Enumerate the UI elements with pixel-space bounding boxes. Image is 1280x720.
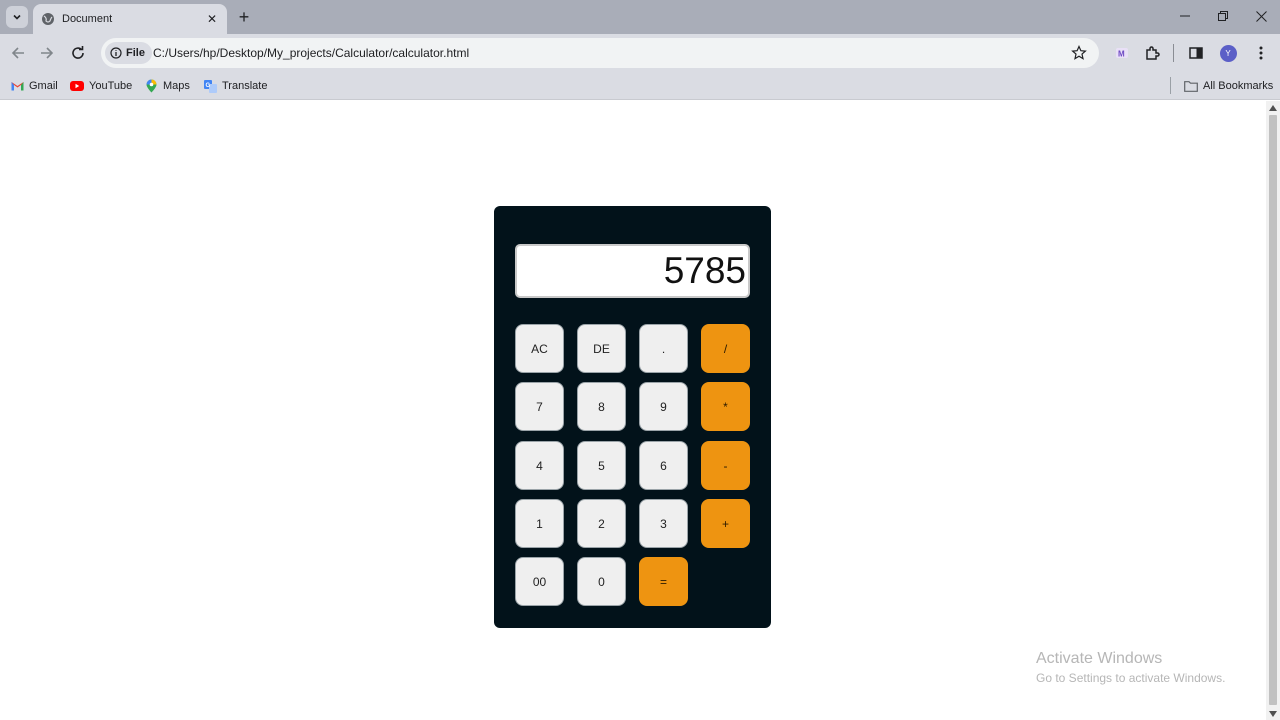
avatar: Y	[1219, 44, 1237, 62]
bookmark-maps[interactable]: Maps	[144, 78, 190, 94]
svg-text:M: M	[1118, 50, 1125, 59]
extension-m-button[interactable]: M	[1110, 41, 1134, 65]
site-info-chip[interactable]: File	[105, 42, 152, 64]
kebab-menu-icon	[1259, 46, 1263, 60]
chevron-down-icon	[13, 14, 21, 20]
bookmark-gmail[interactable]: Gmail	[10, 78, 58, 94]
translate-icon: G	[203, 79, 217, 93]
bookmark-youtube[interactable]: YouTube	[70, 78, 132, 94]
key-de-button[interactable]: DE	[577, 324, 626, 373]
bookmark-label: Gmail	[29, 80, 58, 92]
minimize-button[interactable]	[1166, 0, 1204, 32]
back-arrow-icon	[11, 47, 24, 59]
key-3-button[interactable]: 3	[639, 499, 688, 548]
extension-m-icon: M	[1116, 48, 1128, 59]
browser-tab[interactable]: Document ✕	[33, 4, 227, 34]
key-00-button[interactable]: 00	[515, 557, 564, 606]
extensions-button[interactable]	[1140, 41, 1164, 65]
key-decimal-button[interactable]: .	[639, 324, 688, 373]
key-7-button[interactable]: 7	[515, 382, 564, 431]
key-5-button[interactable]: 5	[577, 441, 626, 490]
key-divide-button[interactable]: /	[701, 324, 750, 373]
bookmark-label: YouTube	[89, 80, 133, 92]
bookmark-label: Maps	[163, 80, 190, 92]
calculator-display: 5785	[515, 244, 750, 298]
close-icon	[1255, 10, 1267, 22]
key-equals-button[interactable]: =	[639, 557, 688, 606]
maps-icon	[144, 79, 158, 93]
key-0-button[interactable]: 0	[577, 557, 626, 606]
key-1-button[interactable]: 1	[515, 499, 564, 548]
key-2-button[interactable]: 2	[577, 499, 626, 548]
gmail-icon	[10, 79, 24, 93]
close-window-button[interactable]	[1242, 0, 1280, 32]
info-icon	[110, 47, 122, 59]
toolbar-divider	[1173, 44, 1174, 62]
scroll-down-arrow-icon[interactable]	[1269, 711, 1277, 717]
key-4-button[interactable]: 4	[515, 441, 564, 490]
key-minus-button[interactable]: -	[701, 441, 750, 490]
folder-icon	[1184, 79, 1198, 93]
scroll-up-arrow-icon[interactable]	[1269, 105, 1277, 111]
tab-search-button[interactable]	[6, 6, 28, 28]
bookmark-label: Translate	[222, 80, 268, 92]
forward-arrow-icon	[41, 47, 54, 59]
bookmark-star-icon[interactable]	[1071, 45, 1087, 61]
close-tab-icon[interactable]: ✕	[204, 11, 220, 27]
activation-watermark-subtitle: Go to Settings to activate Windows.	[1036, 671, 1226, 685]
key-8-button[interactable]: 8	[577, 382, 626, 431]
activation-watermark-title: Activate Windows	[1036, 650, 1163, 667]
file-chip-label: File	[126, 47, 145, 59]
key-9-button[interactable]: 9	[639, 382, 688, 431]
browser-toolbar: File C:/Users/hp/Desktop/My_projects/Cal…	[0, 34, 1280, 72]
side-panel-icon	[1189, 47, 1203, 59]
back-button[interactable]	[6, 41, 30, 65]
profile-button[interactable]: Y	[1216, 41, 1240, 65]
bookmarks-bar: Gmail YouTube Maps G Translate All Bookm…	[0, 72, 1280, 100]
all-bookmarks-label: All Bookmarks	[1203, 80, 1274, 92]
reload-button[interactable]	[66, 41, 90, 65]
svg-text:G: G	[205, 83, 210, 89]
key-plus-button[interactable]: +	[701, 499, 750, 548]
minimize-icon	[1180, 15, 1190, 17]
restore-icon	[1218, 11, 1228, 21]
forward-button[interactable]	[35, 41, 59, 65]
new-tab-button[interactable]: +	[234, 7, 254, 27]
puzzle-icon	[1146, 46, 1160, 60]
tab-title: Document	[62, 13, 113, 25]
page-viewport: 5785 AC DE . / 7 8 9 * 4 5 6 - 1 2 3 + 0…	[0, 101, 1266, 720]
reload-icon	[72, 46, 84, 59]
scrollbar-thumb[interactable]	[1269, 115, 1277, 705]
restore-button[interactable]	[1204, 0, 1242, 32]
side-panel-button[interactable]	[1184, 41, 1208, 65]
address-bar[interactable]: File C:/Users/hp/Desktop/My_projects/Cal…	[101, 38, 1099, 68]
all-bookmarks-button[interactable]: All Bookmarks	[1184, 78, 1273, 94]
bookmark-translate[interactable]: G Translate	[203, 78, 267, 94]
url-text: C:/Users/hp/Desktop/My_projects/Calculat…	[153, 46, 470, 60]
calculator: 5785 AC DE . / 7 8 9 * 4 5 6 - 1 2 3 + 0…	[494, 206, 771, 628]
globe-icon	[42, 13, 54, 25]
key-6-button[interactable]: 6	[639, 441, 688, 490]
bookmarks-divider	[1170, 77, 1171, 94]
page-scrollbar[interactable]	[1266, 101, 1280, 720]
key-ac-button[interactable]: AC	[515, 324, 564, 373]
key-multiply-button[interactable]: *	[701, 382, 750, 431]
menu-button[interactable]	[1249, 41, 1273, 65]
tab-strip: Document ✕ +	[0, 0, 1280, 34]
youtube-icon	[70, 79, 84, 93]
